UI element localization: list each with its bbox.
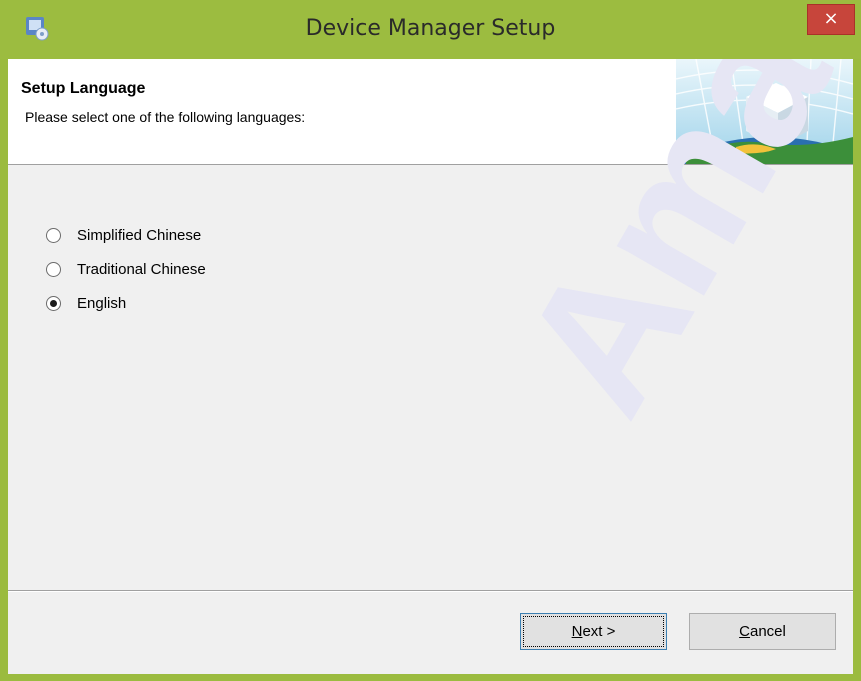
option-label: Traditional Chinese [77,260,206,278]
page-title: Setup Language [21,80,146,97]
option-label: Simplified Chinese [77,226,202,244]
globe-cube-banner-icon [676,59,853,164]
page-subtitle: Please select one of the following langu… [25,109,306,125]
option-label: English [77,294,127,312]
next-button-label: Next > [571,623,616,640]
radio-button-selected[interactable] [46,295,61,311]
language-option-simplified-chinese[interactable]: Simplified Chinese [46,218,206,252]
close-button[interactable]: × [807,4,855,35]
cancel-button-label: Cancel [739,623,786,640]
window-title: Device Manager Setup [305,16,556,41]
footer-divider [8,590,853,592]
language-option-english[interactable]: English [46,286,206,320]
cancel-button[interactable]: Cancel [689,613,836,650]
wizard-header: Setup Language Please select one of the … [8,59,853,165]
language-option-traditional-chinese[interactable]: Traditional Chinese [46,252,206,286]
next-button[interactable]: Next > [520,613,667,650]
title-bar[interactable]: Device Manager Setup × [0,0,861,59]
radio-button[interactable] [46,261,61,277]
radio-button[interactable] [46,227,61,243]
wizard-client-area: Setup Language Please select one of the … [8,59,853,674]
language-options: Simplified Chinese Traditional Chinese E… [46,218,206,320]
setup-window: Device Manager Setup × Setup Language Pl… [0,0,861,681]
close-icon: × [823,8,839,29]
